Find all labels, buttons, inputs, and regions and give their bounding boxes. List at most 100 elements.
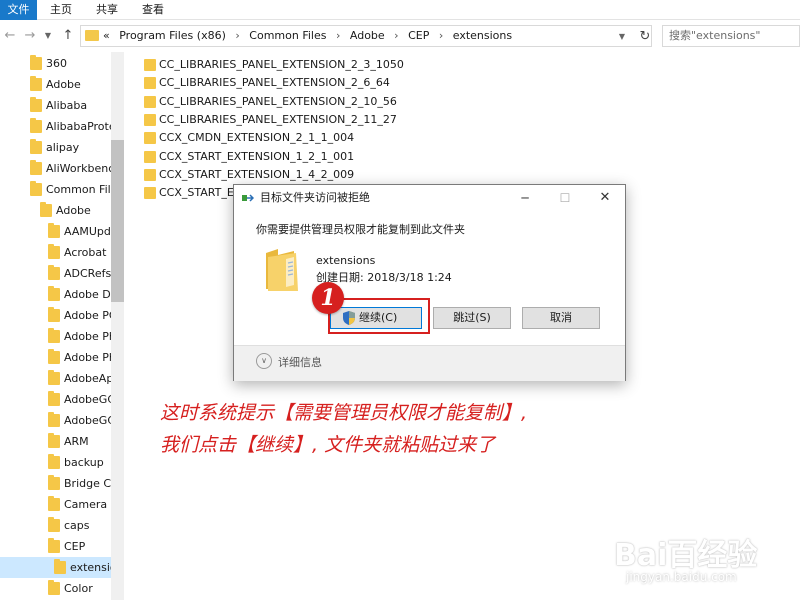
file-name: CC_LIBRARIES_PANEL_EXTENSION_2_11_27 (159, 112, 397, 126)
sidebar-item[interactable]: ADCRefs (48, 263, 111, 284)
folder-icon (144, 95, 156, 108)
breadcrumb-separator[interactable]: › (235, 29, 239, 42)
sidebar-scrollbar-thumb[interactable] (111, 140, 124, 302)
breadcrumb-item[interactable]: CEP (408, 29, 429, 42)
sidebar-item[interactable]: Acrobat (48, 242, 111, 263)
watermark-logo: Bai百经验 (614, 538, 758, 573)
watermark-url: jingyan.baidu.com (626, 570, 737, 584)
sidebar-item-label: Common Fil (46, 183, 111, 196)
minimize-icon[interactable]: ─ (506, 185, 544, 211)
sidebar-item[interactable]: AdobeGC (48, 410, 111, 431)
folder-icon (144, 168, 156, 181)
sidebar-item-label: AlibabaProte (46, 120, 111, 133)
sidebar-item-label: backup (64, 456, 104, 469)
cancel-button[interactable]: 取消 (522, 307, 600, 329)
sidebar-item[interactable]: Alibaba (30, 95, 111, 116)
forward-arrow-icon[interactable]: → (22, 26, 38, 46)
sidebar-item[interactable]: Camera R (48, 494, 111, 515)
breadcrumb-item[interactable]: Program Files (x86) (119, 29, 226, 42)
sidebar-item[interactable]: backup (48, 452, 111, 473)
copy-arrow-icon (242, 194, 254, 202)
folder-icon (48, 433, 60, 448)
sidebar-item[interactable]: extensio (0, 557, 111, 578)
breadcrumb-separator[interactable]: › (439, 29, 443, 42)
sidebar-item[interactable]: Adobe PC (48, 305, 111, 326)
close-icon[interactable]: ✕ (586, 185, 624, 211)
folder-icon (48, 475, 60, 490)
sidebar-item[interactable]: Adobe (40, 200, 111, 221)
breadcrumb: « Program Files (x86) › Common Files › A… (103, 26, 512, 46)
folder-icon (48, 223, 60, 238)
sidebar-item-label: Adobe De (64, 288, 111, 301)
folder-icon (48, 538, 60, 553)
sidebar-item[interactable]: AliWorkbenc (30, 158, 111, 179)
maximize-icon[interactable]: ☐ (546, 185, 584, 211)
folder-icon (144, 132, 156, 145)
annotation-line-1: 这时系统提示【需要管理员权限才能复制】, (160, 402, 528, 424)
breadcrumb-overflow[interactable]: « (103, 29, 110, 42)
breadcrumb-item[interactable]: extensions (453, 29, 512, 42)
sidebar-item[interactable]: caps (48, 515, 111, 536)
sidebar-item[interactable]: alipay (30, 137, 111, 158)
sidebar-item-label: Adobe (56, 204, 91, 217)
sidebar-item[interactable]: AdobeGC (48, 389, 111, 410)
folder-icon (30, 139, 42, 154)
sidebar-item[interactable]: AlibabaProte (30, 116, 111, 137)
sidebar-item[interactable]: 360 (30, 53, 111, 74)
breadcrumb-separator[interactable]: › (336, 29, 340, 42)
folder-icon (48, 307, 60, 322)
file-name: CCX_START_EXTENSION_1_4_2_009 (159, 167, 355, 181)
breadcrumb-item[interactable]: Adobe (350, 29, 385, 42)
up-arrow-icon[interactable]: ↑ (60, 26, 76, 46)
folder-icon (144, 113, 156, 126)
folder-icon (48, 496, 60, 511)
dialog-folder-name: extensions (316, 254, 376, 267)
tab-file[interactable]: 文件 (0, 0, 37, 20)
sidebar-item-label: extensio (70, 561, 111, 574)
sidebar-item[interactable]: Adobe Ph (48, 347, 111, 368)
sidebar-item[interactable]: ARM (48, 431, 111, 452)
tab-view[interactable]: 查看 (142, 0, 164, 20)
breadcrumb-separator[interactable]: › (394, 29, 398, 42)
more-details-link[interactable]: 详细信息 (278, 354, 322, 370)
file-name: CCX_START_EX (159, 186, 242, 200)
tab-home[interactable]: 主页 (50, 0, 72, 20)
folder-icon (30, 97, 42, 112)
folder-icon (144, 77, 156, 90)
chevron-down-icon[interactable]: ∨ (256, 353, 272, 369)
highlight-frame (328, 298, 430, 334)
recent-locations-chevron-icon[interactable]: ▼ (40, 26, 56, 46)
sidebar-item-label: alipay (46, 141, 80, 154)
sidebar-item[interactable]: Color (48, 578, 111, 599)
annotation-line-2: 我们点击【继续】, 文件夹就粘贴过来了 (160, 434, 496, 456)
sidebar-item[interactable]: CEP (48, 536, 111, 557)
tab-share[interactable]: 共享 (96, 0, 118, 20)
sidebar-item[interactable]: Bridge CC (48, 473, 111, 494)
sidebar-item[interactable]: Adobe (30, 74, 111, 95)
sidebar-item-label: AdobeAp (64, 372, 111, 385)
sidebar-item[interactable]: Adobe De (48, 284, 111, 305)
skip-button[interactable]: 跳过(S) (433, 307, 511, 329)
sidebar-item-label: Camera R (64, 498, 111, 511)
folder-icon (48, 412, 60, 427)
sidebar-item[interactable]: AdobeAp (48, 368, 111, 389)
dialog-titlebar[interactable]: 目标文件夹访问被拒绝 ─ ☐ ✕ (234, 185, 625, 211)
back-arrow-icon[interactable]: ← (2, 26, 18, 46)
sidebar-item-label: Adobe PC (64, 309, 111, 322)
sidebar-item[interactable]: Common Fil (30, 179, 111, 200)
sidebar-item-label: ADCRefs (64, 267, 111, 280)
file-name: CCX_CMDN_EXTENSION_2_1_1_004 (159, 131, 355, 145)
sidebar-scrollbar[interactable] (111, 52, 124, 600)
folder-icon (144, 187, 156, 200)
navigation-pane: 360 Adobe Alibaba AlibabaProte alipay AliWork… (0, 52, 124, 600)
folder-icon (85, 30, 99, 41)
search-input[interactable]: 搜索"extensions" (662, 25, 800, 47)
sidebar-item[interactable]: Adobe Ph (48, 326, 111, 347)
folder-icon (30, 55, 42, 70)
folder-icon (54, 559, 66, 574)
breadcrumb-item[interactable]: Common Files (249, 29, 326, 42)
address-bar[interactable]: « Program Files (x86) › Common Files › A… (80, 25, 652, 47)
address-dropdown-chevron-icon[interactable]: ▼ (616, 27, 628, 47)
refresh-icon[interactable]: ↻ (636, 27, 654, 47)
sidebar-item[interactable]: AAMUpd (48, 221, 111, 242)
